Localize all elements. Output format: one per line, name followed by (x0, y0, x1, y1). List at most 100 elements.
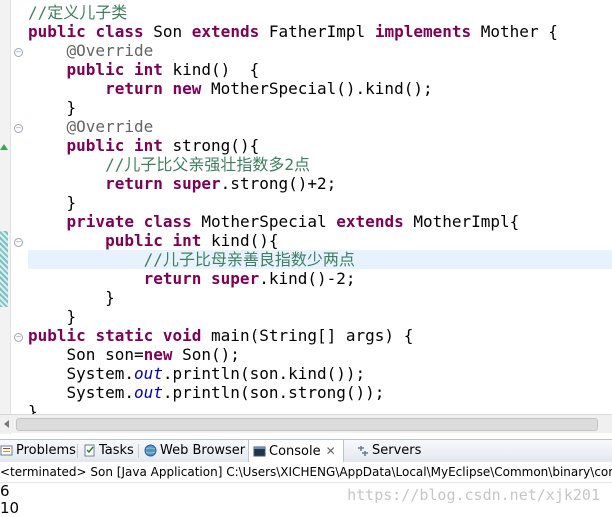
console-icon (253, 444, 266, 457)
view-tab-bar: Problems Tasks Web Browser Console ✕ Serv… (0, 439, 612, 463)
code-line[interactable]: //定义儿子类 (28, 3, 558, 22)
code-token: new (143, 345, 173, 364)
code-token: extends (336, 212, 404, 231)
servers-icon (356, 443, 369, 456)
code-token: MotherSpecial().kind(); (201, 79, 433, 98)
horizontal-scrollbar[interactable] (0, 414, 612, 433)
code-line[interactable]: return new MotherSpecial().kind(); (28, 79, 558, 98)
code-token: public (66, 136, 125, 155)
tab-web-browser[interactable]: Web Browser (140, 440, 249, 462)
code-token: MotherSpecial (191, 212, 337, 231)
problems-icon (0, 443, 13, 456)
code-token: return (105, 174, 163, 193)
code-line[interactable]: @Override (28, 117, 558, 136)
change-ruler (0, 231, 8, 307)
code-token: main(String[] args) { (201, 326, 414, 345)
code-token: public (105, 231, 163, 250)
close-icon[interactable]: ✕ (326, 444, 336, 458)
code-line[interactable]: private class MotherSpecial extends Moth… (28, 212, 558, 231)
code-editor[interactable]: − − − − //定义儿子类 public class Son extends … (0, 0, 612, 434)
code-token: MotherImpl{ (403, 212, 520, 231)
console-status: <terminated> Son [Java Application] C:\U… (0, 462, 612, 483)
fold-toggle-icon[interactable]: − (14, 238, 23, 247)
scroll-left-icon[interactable] (4, 420, 9, 428)
code-token: System. (28, 364, 134, 383)
code-token: return (105, 79, 163, 98)
code-token: implements (374, 22, 472, 41)
code-token: static (95, 326, 154, 345)
code-line[interactable]: public static void main(String[] args) { (28, 326, 558, 345)
code-line[interactable]: } (28, 193, 558, 212)
code-token: public (28, 22, 86, 41)
tab-label: Console (269, 444, 321, 459)
code-token: //儿子比父亲强壮指数多2点 (105, 155, 310, 174)
code-line[interactable]: System.out.println(son.strong()); (28, 383, 558, 402)
code-token: } (28, 288, 115, 307)
code-line[interactable]: return super.kind()-2; (28, 269, 558, 288)
tab-label: Web Browser (160, 443, 246, 458)
code-line[interactable]: } (28, 98, 558, 117)
code-line[interactable]: //儿子比母亲善良指数少两点 (28, 250, 558, 269)
code-token: .strong()+2; (220, 174, 337, 193)
code-token: .println(son.kind()); (162, 364, 366, 383)
code-line[interactable]: @Override (28, 41, 558, 60)
tab-label: Tasks (99, 443, 134, 458)
code-token: class (95, 22, 144, 41)
tab-problems[interactable]: Problems (0, 440, 80, 462)
code-token: Son(); (172, 345, 240, 364)
code-lines[interactable]: //定义儿子类 public class Son extends FatherIm… (28, 3, 558, 421)
code-token: FatherImpl (259, 22, 375, 41)
code-token: super (172, 174, 221, 193)
code-line[interactable]: //儿子比父亲强壮指数多2点 (28, 155, 558, 174)
tab-label: Problems (16, 443, 76, 458)
code-token: Mother { (471, 22, 558, 41)
code-token: return (143, 269, 202, 288)
tab-tasks[interactable]: Tasks (79, 440, 138, 462)
code-token: void (162, 326, 202, 345)
globe-icon (144, 443, 157, 457)
code-token: } (28, 307, 77, 326)
tab-console[interactable]: Console ✕ (248, 440, 344, 462)
code-line[interactable]: public int kind(){ (28, 231, 558, 250)
code-line[interactable]: } (28, 307, 558, 326)
code-line[interactable]: Son son=new Son(); (28, 345, 558, 364)
tab-servers[interactable]: Servers (352, 440, 425, 462)
code-token: int (172, 231, 202, 250)
code-token: extends (191, 22, 260, 41)
override-marker-icon[interactable] (0, 144, 8, 150)
code-line[interactable]: public int kind() { (28, 60, 558, 79)
code-token: } (28, 98, 77, 117)
scrollbar-thumb[interactable] (16, 418, 598, 431)
code-token: .kind()-2; (259, 269, 356, 288)
code-line[interactable]: System.out.println(son.kind()); (28, 364, 558, 383)
code-line[interactable]: public int strong(){ (28, 136, 558, 155)
code-line[interactable]: } (28, 288, 558, 307)
fold-toggle-icon[interactable]: − (14, 333, 23, 342)
code-token: int (133, 60, 163, 79)
fold-toggle-icon[interactable]: − (14, 48, 23, 57)
code-token: public (28, 326, 86, 345)
tasks-icon (83, 443, 96, 457)
code-token: .println(son.strong()); (162, 383, 385, 402)
fold-toggle-icon[interactable]: − (14, 124, 23, 133)
code-token: private (66, 212, 134, 231)
code-token: } (28, 193, 77, 212)
code-line[interactable]: public class Son extends FatherImpl impl… (28, 22, 558, 41)
code-line[interactable]: return super.strong()+2; (28, 174, 558, 193)
code-token: //定义儿子类 (28, 3, 128, 22)
code-token: //儿子比母亲善良指数少两点 (143, 250, 355, 269)
